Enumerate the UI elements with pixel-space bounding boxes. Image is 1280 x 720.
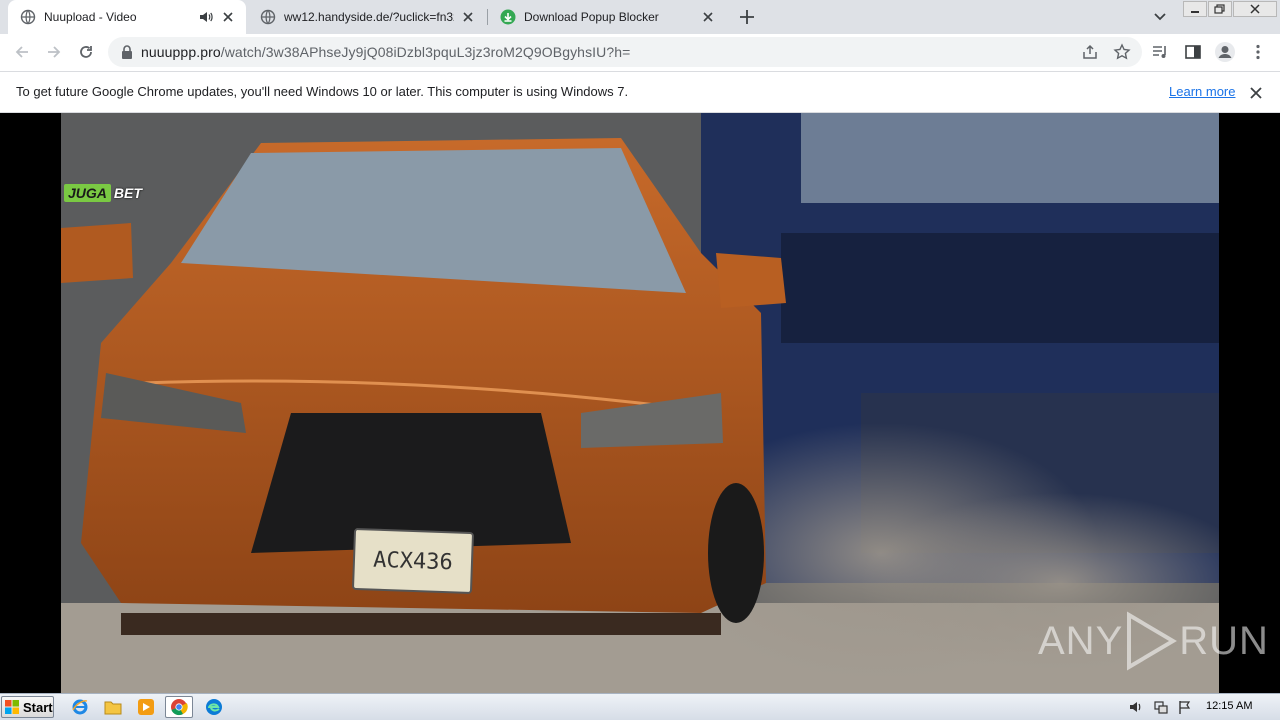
back-button[interactable] (10, 40, 34, 64)
minimize-button[interactable] (1183, 1, 1207, 17)
watermark-left: ANY (1038, 618, 1124, 663)
speaker-icon[interactable] (198, 9, 214, 25)
taskbar-media-player[interactable] (132, 696, 160, 718)
tab-title: ww12.handyside.de/?uclick=fn3zq5 (284, 10, 454, 24)
learn-more-link[interactable]: Learn more (1169, 84, 1235, 99)
close-tab-icon[interactable] (460, 9, 476, 25)
jugabet-logo-right: BET (113, 185, 142, 201)
url-host: nuuuppp.pro (141, 44, 221, 60)
windows-logo-icon (5, 700, 19, 714)
download-icon (500, 9, 516, 25)
tab-handyside[interactable]: ww12.handyside.de/?uclick=fn3zq5 (248, 0, 486, 34)
restore-icon (1214, 4, 1225, 14)
globe-icon (20, 9, 36, 25)
tab-download-popup-blocker[interactable]: Download Popup Blocker (488, 0, 726, 34)
system-tray (1120, 694, 1280, 720)
bookmark-button[interactable] (1110, 40, 1134, 64)
taskbar-explorer[interactable] (99, 696, 127, 718)
network-icon[interactable] (1153, 699, 1169, 715)
minimize-icon (1191, 11, 1199, 13)
volume-icon[interactable] (1128, 699, 1144, 715)
video-player[interactable]: JUGA BET ACX436 ANY RUN (0, 113, 1280, 693)
star-icon (1113, 43, 1131, 60)
url-path: /watch/3w38APhseJy9jQ08iDzbl3pquL3jz3roM… (220, 44, 631, 60)
folder-icon (104, 701, 122, 715)
side-panel-button[interactable] (1181, 40, 1205, 64)
lock-icon[interactable] (120, 44, 134, 60)
new-tab-icon[interactable] (736, 6, 758, 28)
media-player-icon (138, 699, 154, 715)
queue-music-icon (1153, 46, 1166, 58)
tab-nuupload-video[interactable]: Nuupload - Video (8, 0, 246, 34)
tab-title: Download Popup Blocker (524, 10, 659, 24)
start-label: Start (23, 699, 53, 715)
toolbar: nuuuppp.pro/watch/3w38APhseJy9jQ08iDzbl3… (0, 34, 1280, 71)
taskbar-clock[interactable]: 12:15 AM (1206, 700, 1252, 712)
chrome-icon (171, 699, 188, 716)
forward-button[interactable] (42, 40, 66, 64)
video-scene (61, 113, 1219, 693)
share-button[interactable] (1078, 40, 1102, 64)
update-infobar: To get future Google Chrome updates, you… (0, 71, 1280, 113)
close-tab-icon[interactable] (700, 9, 716, 25)
media-controls-button[interactable] (1148, 40, 1172, 64)
menu-button[interactable] (1246, 40, 1270, 64)
url-text[interactable]: nuuuppp.pro/watch/3w38APhseJy9jQ08iDzbl3… (141, 44, 630, 60)
arrow-right-icon (48, 46, 61, 58)
taskbar-internet-explorer[interactable] (66, 696, 94, 718)
infobar-message: To get future Google Chrome updates, you… (16, 84, 629, 99)
tab-title: Nuupload - Video (44, 10, 137, 24)
close-icon[interactable] (1248, 85, 1264, 101)
globe-icon (260, 9, 276, 25)
jugabet-logo-left: JUGA (64, 184, 111, 202)
taskbar-chrome[interactable] (165, 696, 193, 718)
close-tab-icon[interactable] (220, 9, 236, 25)
video-frame[interactable]: JUGA BET ACX436 (61, 113, 1219, 693)
chevron-down-icon[interactable] (1150, 8, 1170, 26)
close-window-button[interactable] (1233, 1, 1277, 17)
jugabet-logo: JUGA BET (64, 183, 142, 203)
taskbar-edge[interactable] (200, 696, 228, 718)
flag-icon[interactable] (1177, 699, 1193, 715)
reload-icon (80, 46, 92, 58)
edge-icon (206, 699, 222, 715)
windows-taskbar: Start 12:15 AM (0, 693, 1280, 720)
anyrun-watermark: ANY RUN (1038, 611, 1269, 671)
restore-button[interactable] (1208, 1, 1232, 17)
arrow-left-icon (15, 46, 28, 58)
tab-strip: Nuupload - Video ww12.handyside.de/?ucli… (0, 0, 1280, 34)
side-panel-icon (1185, 45, 1201, 59)
close-icon (1250, 4, 1260, 14)
share-icon (1083, 44, 1097, 59)
profile-button[interactable] (1213, 40, 1237, 64)
play-triangle-icon (1127, 611, 1178, 671)
internet-explorer-icon (72, 699, 88, 715)
start-button[interactable]: Start (1, 696, 54, 718)
avatar-icon (1215, 42, 1235, 62)
reload-button[interactable] (74, 40, 98, 64)
address-bar[interactable]: nuuuppp.pro/watch/3w38APhseJy9jQ08iDzbl3… (108, 37, 1142, 67)
license-plate: ACX436 (351, 527, 475, 595)
watermark-right: RUN (1179, 618, 1269, 663)
more-vertical-icon (1256, 44, 1260, 60)
